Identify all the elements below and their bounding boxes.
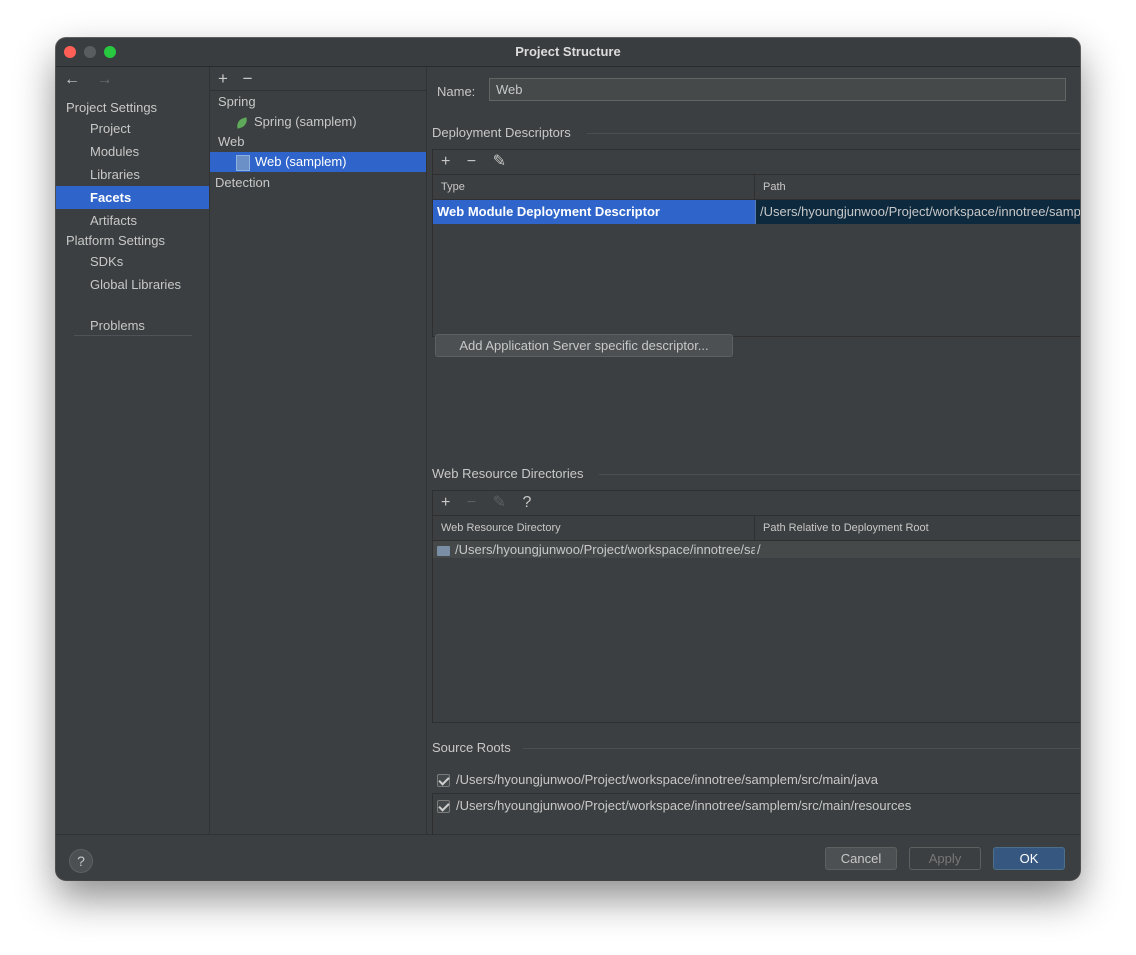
- source-root-resources[interactable]: /Users/hyoungjunwoo/Project/workspace/in…: [437, 796, 911, 816]
- tree-group-spring[interactable]: Spring: [218, 92, 256, 112]
- ok-button[interactable]: OK: [993, 847, 1065, 870]
- web-resource-rule: [599, 474, 1080, 475]
- nav-item-problems[interactable]: Problems: [56, 314, 209, 337]
- nav-item-facets[interactable]: Facets: [56, 186, 209, 209]
- dd-header: Type Path: [433, 175, 1080, 200]
- table-row[interactable]: Web Module Deployment Descriptor /Users/…: [433, 200, 1080, 224]
- wr-column-dir[interactable]: Web Resource Directory: [433, 516, 755, 540]
- add-server-descriptor-button[interactable]: Add Application Server specific descript…: [435, 334, 733, 357]
- deployment-descriptors-title: Deployment Descriptors: [432, 125, 571, 140]
- window-title: Project Structure: [515, 44, 621, 59]
- name-input[interactable]: Web: [489, 78, 1066, 101]
- tree-item-web-label: Web (samplem): [255, 154, 347, 169]
- nav-item-artifacts[interactable]: Artifacts: [56, 209, 209, 232]
- name-label: Name:: [437, 84, 476, 99]
- tree-toolbar-divider: [210, 90, 426, 91]
- deployment-descriptors-table: + − ✎ Type Path Web Module Deployment De…: [432, 149, 1080, 337]
- remove-icon[interactable]: −: [467, 494, 476, 511]
- source-root-resources-label: /Users/hyoungjunwoo/Project/workspace/in…: [456, 798, 912, 813]
- wr-row-dir: /Users/hyoungjunwoo/Project/workspace/in…: [455, 542, 755, 557]
- nav-item-libraries[interactable]: Libraries: [56, 163, 209, 186]
- checkbox-java[interactable]: [437, 774, 450, 788]
- edit-pencil-icon[interactable]: ✎: [493, 494, 506, 511]
- web-facet-icon: [236, 154, 250, 171]
- add-icon[interactable]: +: [441, 494, 450, 511]
- wr-column-rel[interactable]: Path Relative to Deployment Root: [755, 516, 1080, 540]
- dd-column-path[interactable]: Path: [755, 175, 1080, 199]
- back-arrow-icon[interactable]: ←: [64, 71, 80, 88]
- wr-row-rel: /: [757, 542, 761, 557]
- source-root-java[interactable]: /Users/hyoungjunwoo/Project/workspace/in…: [437, 770, 878, 790]
- folder-icon: [437, 545, 450, 556]
- add-facet-icon[interactable]: +: [218, 69, 228, 88]
- apply-button[interactable]: Apply: [909, 847, 981, 870]
- deployment-descriptors-rule: [587, 133, 1080, 134]
- facet-settings-panel: Name: Web Deployment Descriptors + − ✎ T…: [427, 67, 1080, 857]
- tree-item-detection[interactable]: Detection: [215, 173, 270, 193]
- wr-toolbar: + − ✎ ?: [433, 491, 1080, 516]
- wr-row-dir-cell: /Users/hyoungjunwoo/Project/workspace/in…: [433, 541, 755, 558]
- nav-item-modules[interactable]: Modules: [56, 140, 209, 163]
- checkbox-resources[interactable]: [437, 800, 450, 814]
- help-button[interactable]: ?: [69, 849, 93, 873]
- add-icon[interactable]: +: [441, 153, 450, 170]
- source-roots-rule: [523, 748, 1080, 749]
- dd-row-path: /Users/hyoungjunwoo/Project/workspace/in…: [755, 200, 1080, 224]
- web-resource-directories-title: Web Resource Directories: [432, 466, 584, 481]
- nav-item-project[interactable]: Project: [56, 117, 209, 140]
- tree-item-spring[interactable]: Spring (samplem): [234, 112, 357, 132]
- tree-item-spring-label: Spring (samplem): [254, 114, 357, 129]
- wr-header: Web Resource Directory Path Relative to …: [433, 516, 1080, 541]
- source-root-java-label: /Users/hyoungjunwoo/Project/workspace/in…: [456, 772, 878, 787]
- settings-nav: ← → Project Settings Project Modules Lib…: [56, 67, 210, 834]
- remove-facet-icon[interactable]: −: [243, 69, 253, 88]
- nav-header-project-settings: Project Settings: [66, 100, 158, 115]
- remove-icon[interactable]: −: [467, 153, 476, 170]
- nav-arrows: ← →: [64, 71, 124, 89]
- edit-pencil-icon[interactable]: ✎: [493, 153, 506, 170]
- cancel-button[interactable]: Cancel: [825, 847, 897, 870]
- source-roots-title: Source Roots: [432, 740, 511, 755]
- help-icon[interactable]: ?: [522, 494, 531, 511]
- web-resource-table: + − ✎ ? Web Resource Directory Path Rela…: [432, 490, 1080, 723]
- nav-item-global-libraries[interactable]: Global Libraries: [56, 273, 209, 296]
- table-row[interactable]: /Users/hyoungjunwoo/Project/workspace/in…: [433, 541, 1080, 558]
- project-structure-dialog: Project Structure ← → Project Settings P…: [56, 38, 1080, 880]
- nav-item-sdks[interactable]: SDKs: [56, 250, 209, 273]
- spring-leaf-icon: [234, 116, 250, 129]
- forward-arrow-icon[interactable]: →: [96, 71, 112, 88]
- dd-column-type[interactable]: Type: [433, 175, 755, 199]
- nav-header-platform-settings: Platform Settings: [66, 233, 165, 248]
- tree-item-web[interactable]: Web (samplem): [210, 152, 426, 172]
- facet-tree-panel: + − Spring Spring (samplem) Web Web (sam…: [210, 67, 427, 834]
- dialog-footer: ? Cancel Apply OK: [56, 834, 1080, 880]
- title-bar: Project Structure: [56, 38, 1080, 67]
- dd-toolbar: + − ✎: [433, 150, 1080, 175]
- dd-row-type: Web Module Deployment Descriptor: [433, 200, 755, 224]
- tree-group-web[interactable]: Web: [218, 132, 245, 152]
- tree-toolbar: + −: [218, 69, 263, 89]
